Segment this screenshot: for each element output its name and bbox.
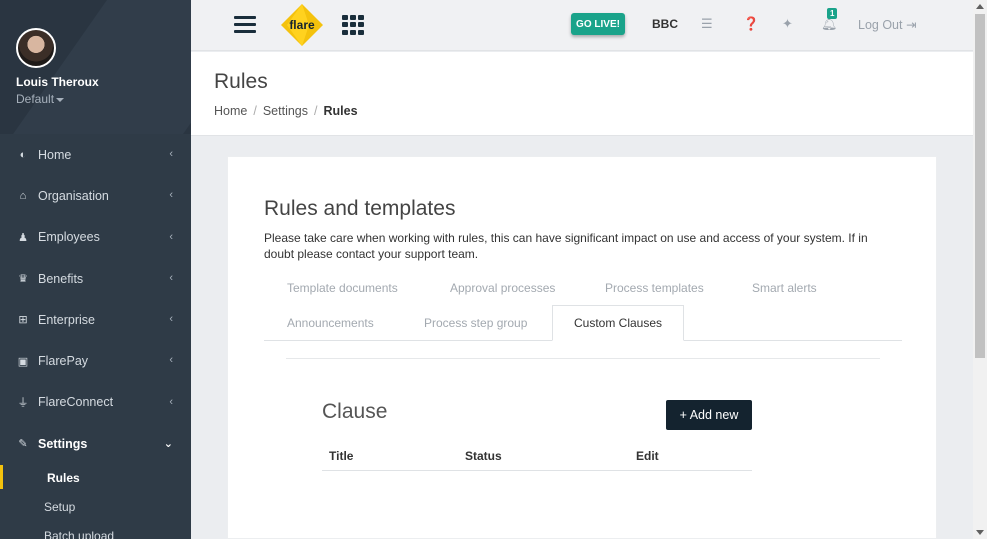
page-header: Rules Home / Settings / Rules bbox=[191, 52, 973, 136]
breadcrumb: Home / Settings / Rules bbox=[214, 104, 358, 118]
sidebar-item-settings[interactable]: ✎ Settings ⌄ bbox=[0, 423, 191, 464]
help-icon[interactable]: ❓ bbox=[743, 16, 759, 32]
svg-text:flare: flare bbox=[289, 18, 315, 32]
chevron-left-icon: ‹ bbox=[169, 354, 173, 367]
chevron-left-icon: ‹ bbox=[169, 271, 173, 284]
sidebar-item-label: Employees bbox=[38, 230, 100, 245]
scroll-down-arrow-icon[interactable] bbox=[976, 530, 984, 535]
rules-card: Rules and templates Please take care whe… bbox=[227, 156, 937, 539]
plug-icon: ⏚ bbox=[17, 397, 29, 410]
profile-name: Louis Theroux bbox=[16, 75, 99, 89]
chevron-left-icon: ‹ bbox=[169, 395, 173, 408]
sidebar-item-label: Settings bbox=[38, 436, 88, 451]
bank-icon: ⌂ bbox=[19, 189, 27, 202]
chevron-left-icon: ‹ bbox=[169, 189, 173, 202]
list-icon[interactable]: ☰ bbox=[701, 16, 713, 32]
users-icon: ♟ bbox=[18, 231, 28, 244]
sidebar-item-label: FlareConnect bbox=[38, 395, 114, 410]
sidebar: Louis Theroux Default ◐ Home ‹ ⌂ Organis… bbox=[0, 0, 191, 539]
add-new-button[interactable]: + Add new bbox=[666, 400, 752, 430]
flare-logo[interactable]: flare bbox=[279, 2, 325, 48]
profile-role-label: Default bbox=[16, 92, 55, 106]
sidebar-item-employees[interactable]: ♟ Employees ‹ bbox=[0, 217, 191, 258]
tab-custom-clauses[interactable]: Custom Clauses bbox=[552, 305, 684, 341]
edit-icon: ✎ bbox=[18, 438, 28, 451]
chevron-left-icon: ‹ bbox=[169, 148, 173, 160]
sidebar-item-flareconnect[interactable]: ⏚ FlareConnect ‹ bbox=[0, 382, 191, 423]
tab-smart-alerts[interactable]: Smart alerts bbox=[752, 281, 817, 295]
avatar[interactable] bbox=[16, 28, 56, 68]
sidebar-item-flarepay[interactable]: ▣ FlarePay ‹ bbox=[0, 340, 191, 381]
page-title: Rules bbox=[214, 70, 268, 93]
sidebar-subitem-setup[interactable]: Setup bbox=[0, 492, 191, 521]
sidebar-item-label: Organisation bbox=[38, 188, 109, 203]
apps-grid-icon[interactable] bbox=[342, 15, 365, 35]
card-description: Please take care when working with rules… bbox=[264, 231, 868, 261]
logout-link[interactable]: Log Out ⇥ bbox=[858, 17, 916, 32]
column-header-status[interactable]: Status bbox=[465, 449, 502, 463]
section-divider bbox=[286, 358, 880, 359]
table-header-divider bbox=[322, 470, 752, 471]
sidebar-subitem-rules[interactable]: Rules bbox=[0, 463, 191, 492]
scroll-up-arrow-icon[interactable] bbox=[976, 4, 984, 9]
money-icon: ▣ bbox=[17, 355, 29, 368]
breadcrumb-settings[interactable]: Settings bbox=[263, 104, 308, 118]
chevron-down-icon: ⌄ bbox=[163, 438, 173, 451]
sidebar-subitem-batch-upload[interactable]: Batch upload bbox=[0, 521, 191, 539]
notification-badge: 1 bbox=[827, 8, 838, 19]
profile-role-dropdown[interactable]: Default bbox=[16, 92, 65, 106]
column-header-title[interactable]: Title bbox=[329, 449, 353, 463]
organisation-switcher[interactable]: BBC bbox=[652, 17, 678, 31]
tab-template-documents[interactable]: Template documents bbox=[287, 281, 398, 295]
sidebar-item-label: Benefits bbox=[38, 271, 84, 286]
profile-panel: Louis Theroux Default bbox=[0, 0, 191, 134]
tab-process-step-group[interactable]: Process step group bbox=[424, 316, 527, 330]
card-title: Rules and templates bbox=[264, 197, 456, 220]
clause-section-title: Clause bbox=[322, 400, 388, 423]
settings-subnav: Rules Setup Batch upload bbox=[0, 463, 191, 539]
sidebar-item-enterprise[interactable]: ⊞ Enterprise ‹ bbox=[0, 299, 191, 340]
sidebar-item-label: Home bbox=[38, 147, 72, 162]
sidebar-item-label: Enterprise bbox=[38, 312, 95, 327]
trophy-icon: ♛ bbox=[18, 273, 28, 286]
tab-process-templates[interactable]: Process templates bbox=[605, 281, 704, 295]
chevron-left-icon: ‹ bbox=[169, 230, 173, 243]
scrollbar-thumb[interactable] bbox=[975, 14, 985, 358]
sidebar-item-label: FlarePay bbox=[38, 354, 89, 369]
dashboard-icon: ◐ bbox=[19, 148, 27, 161]
logout-label: Log Out bbox=[858, 18, 903, 32]
sidebar-item-organisation[interactable]: ⌂ Organisation ‹ bbox=[0, 175, 191, 216]
sidebar-item-benefits[interactable]: ♛ Benefits ‹ bbox=[0, 258, 191, 299]
top-bar: flare GO LIVE! BBC ☰ ❓ ✦ 🔔︎ 1 Log Out ⇥ bbox=[191, 0, 973, 51]
magic-wand-icon[interactable]: ✦ bbox=[782, 16, 793, 32]
tab-approval-processes[interactable]: Approval processes bbox=[450, 281, 555, 295]
breadcrumb-home[interactable]: Home bbox=[214, 104, 247, 118]
menu-toggle-icon[interactable] bbox=[234, 16, 256, 34]
caret-down-icon bbox=[56, 97, 65, 102]
sidebar-nav: ◐ Home ‹ ⌂ Organisation ‹ ♟ Employees ‹ … bbox=[0, 134, 191, 464]
sitemap-icon: ⊞ bbox=[18, 314, 28, 327]
breadcrumb-current: Rules bbox=[323, 104, 358, 118]
sidebar-item-home[interactable]: ◐ Home ‹ bbox=[0, 134, 191, 175]
chevron-left-icon: ‹ bbox=[169, 313, 173, 326]
go-live-button[interactable]: GO LIVE! bbox=[571, 13, 625, 35]
column-header-edit: Edit bbox=[636, 449, 659, 463]
sign-out-icon: ⇥ bbox=[905, 18, 917, 32]
tab-announcements[interactable]: Announcements bbox=[287, 316, 374, 330]
page-scrollbar[interactable] bbox=[973, 0, 987, 539]
